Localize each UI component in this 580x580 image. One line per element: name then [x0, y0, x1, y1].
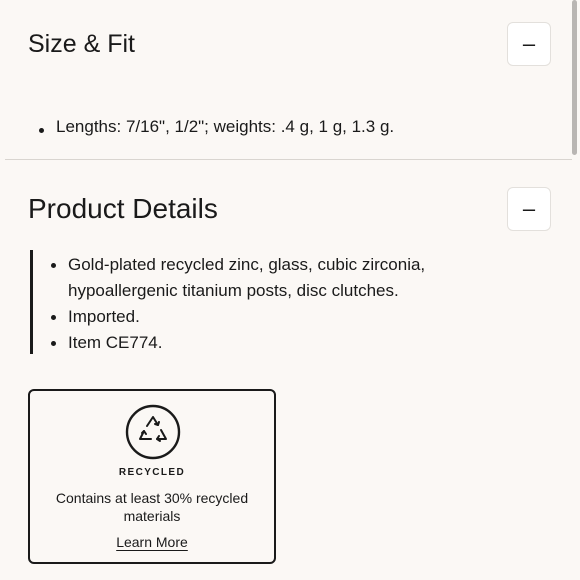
scrollbar[interactable] — [572, 0, 577, 155]
size-fit-list: Lengths: 7/16", 1/2"; weights: .4 g, 1 g… — [36, 117, 394, 137]
learn-more-container: Learn More — [30, 534, 274, 550]
product-details-list: Gold-plated recycled zinc, glass, cubic … — [33, 250, 510, 356]
size-fit-collapse-button[interactable]: – — [507, 22, 551, 66]
list-item-line: Gold-plated recycled zinc, glass, cubic … — [68, 255, 426, 274]
product-details-title: Product Details — [28, 193, 218, 224]
section-divider — [5, 159, 572, 160]
list-item: Lengths: 7/16", 1/2"; weights: .4 g, 1 g… — [36, 117, 394, 137]
recycled-description: Contains at least 30% recycled materials — [55, 490, 249, 524]
list-item: Item CE774. — [48, 330, 510, 356]
list-item-line: hypoallergenic titanium posts, disc clut… — [68, 281, 399, 300]
recycle-icon — [125, 404, 181, 460]
recycled-label: RECYCLED — [118, 467, 186, 478]
list-item: Imported. — [48, 304, 510, 330]
product-details-content: Gold-plated recycled zinc, glass, cubic … — [30, 250, 510, 354]
minus-icon: – — [522, 31, 536, 56]
product-accordion-page: Size & Fit – Lengths: 7/16", 1/2"; weigh… — [0, 0, 580, 580]
product-details-collapse-button[interactable]: – — [507, 187, 551, 231]
list-item: Gold-plated recycled zinc, glass, cubic … — [48, 252, 510, 304]
recycled-card: RECYCLED Contains at least 30% recycled … — [28, 389, 276, 564]
minus-icon: – — [522, 196, 536, 221]
size-fit-title: Size & Fit — [28, 30, 135, 58]
learn-more-link[interactable]: Learn More — [116, 534, 188, 550]
